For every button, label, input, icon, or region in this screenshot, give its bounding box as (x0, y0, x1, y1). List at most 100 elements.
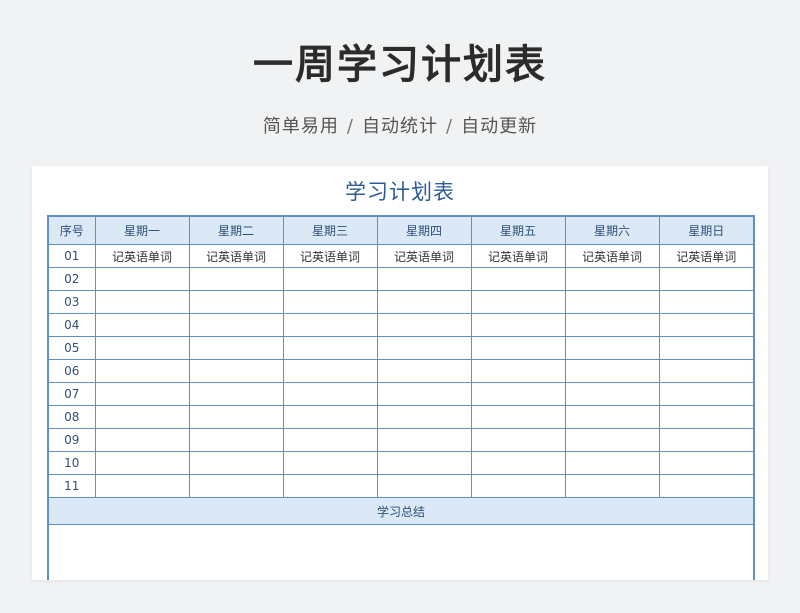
plan-cell[interactable] (376, 451, 472, 475)
plan-cell[interactable] (376, 336, 472, 360)
row-number-cell: 03 (47, 290, 96, 314)
plan-cell[interactable] (564, 405, 660, 429)
plan-cell[interactable] (658, 313, 755, 337)
row-number-cell: 10 (47, 451, 96, 475)
plan-cell[interactable] (188, 290, 284, 314)
plan-cell[interactable] (376, 474, 472, 498)
plan-cell[interactable] (470, 359, 566, 383)
plan-cell[interactable] (282, 451, 378, 475)
plan-cell[interactable] (470, 382, 566, 406)
plan-cell[interactable] (470, 313, 566, 337)
page-title: 一周学习计划表 (253, 42, 547, 88)
plan-cell[interactable] (470, 290, 566, 314)
plan-cell[interactable] (470, 336, 566, 360)
plan-cell[interactable] (282, 313, 378, 337)
table-row: 07 (47, 382, 755, 406)
plan-cell[interactable] (564, 359, 660, 383)
plan-cell[interactable]: 记英语单词 (470, 244, 566, 268)
plan-cell[interactable] (564, 290, 660, 314)
plan-cell[interactable] (188, 382, 284, 406)
plan-cell[interactable] (658, 428, 755, 452)
plan-cell[interactable] (564, 474, 660, 498)
plan-cell[interactable] (470, 451, 566, 475)
plan-cell[interactable] (188, 405, 284, 429)
feature-3: 自动更新 (461, 116, 538, 137)
plan-cell[interactable] (94, 405, 190, 429)
plan-cell[interactable] (470, 267, 566, 291)
summary-label: 学习总结 (47, 497, 755, 525)
plan-cell[interactable] (658, 405, 755, 429)
plan-cell[interactable] (94, 451, 190, 475)
plan-cell[interactable] (658, 290, 755, 314)
plan-cell[interactable] (282, 267, 378, 291)
plan-cell[interactable] (658, 359, 755, 383)
spreadsheet-sheet: 学习计划表 序号 星期一 星期二 星期三 星期四 星期五 星期六 星期日 01 … (32, 166, 768, 580)
table-row: 01 记英语单词 记英语单词 记英语单词 记英语单词 记英语单词 记英语单词 记英语单词 (47, 244, 755, 268)
plan-cell[interactable]: 记英语单词 (376, 244, 472, 268)
plan-cell[interactable] (282, 405, 378, 429)
header-row: 序号 星期一 星期二 星期三 星期四 星期五 星期六 星期日 (47, 215, 755, 245)
plan-cell[interactable]: 记英语单词 (658, 244, 755, 268)
plan-cell[interactable] (282, 382, 378, 406)
plan-cell[interactable] (658, 267, 755, 291)
column-header-wednesday: 星期三 (282, 215, 378, 245)
plan-cell[interactable] (94, 428, 190, 452)
plan-cell[interactable] (188, 267, 284, 291)
plan-cell[interactable]: 记英语单词 (188, 244, 284, 268)
summary-row (47, 524, 755, 580)
plan-cell[interactable] (282, 359, 378, 383)
plan-cell[interactable] (470, 474, 566, 498)
table-row: 11 (47, 474, 755, 498)
plan-cell[interactable] (658, 451, 755, 475)
row-number-cell: 07 (47, 382, 96, 406)
plan-cell[interactable] (282, 290, 378, 314)
plan-cell[interactable] (94, 336, 190, 360)
plan-cell[interactable] (564, 336, 660, 360)
feature-1: 简单易用 (262, 116, 339, 137)
plan-cell[interactable] (282, 474, 378, 498)
plan-cell[interactable] (188, 474, 284, 498)
plan-cell[interactable] (564, 382, 660, 406)
plan-cell[interactable] (376, 359, 472, 383)
plan-cell[interactable] (282, 336, 378, 360)
plan-cell[interactable] (94, 382, 190, 406)
plan-cell[interactable] (94, 313, 190, 337)
row-number-cell: 08 (47, 405, 96, 429)
plan-cell[interactable] (658, 382, 755, 406)
study-plan-table: 序号 星期一 星期二 星期三 星期四 星期五 星期六 星期日 01 记英语单词 记英… (47, 215, 755, 580)
plan-cell[interactable] (658, 474, 755, 498)
plan-cell[interactable] (564, 267, 660, 291)
plan-cell[interactable] (188, 359, 284, 383)
plan-cell[interactable] (376, 290, 472, 314)
plan-cell[interactable] (188, 428, 284, 452)
plan-cell[interactable] (188, 451, 284, 475)
separator: / (446, 116, 454, 137)
plan-cell[interactable]: 记英语单词 (564, 244, 660, 268)
plan-cell[interactable] (376, 267, 472, 291)
feature-tagline: 简单易用 / 自动统计 / 自动更新 (0, 112, 800, 138)
plan-cell[interactable] (564, 313, 660, 337)
plan-cell[interactable] (282, 428, 378, 452)
plan-cell[interactable] (658, 336, 755, 360)
plan-cell[interactable] (376, 313, 472, 337)
plan-cell[interactable] (94, 359, 190, 383)
plan-cell[interactable] (376, 428, 472, 452)
plan-cell[interactable] (94, 290, 190, 314)
row-number-cell: 04 (47, 313, 96, 337)
plan-cell[interactable] (94, 267, 190, 291)
table-row: 08 (47, 405, 755, 429)
column-header-saturday: 星期六 (564, 215, 660, 245)
plan-cell[interactable] (376, 382, 472, 406)
plan-cell[interactable] (470, 428, 566, 452)
plan-cell[interactable]: 记英语单词 (94, 244, 190, 268)
plan-cell[interactable] (470, 405, 566, 429)
plan-cell[interactable] (188, 313, 284, 337)
plan-cell[interactable] (94, 474, 190, 498)
summary-cell[interactable] (47, 524, 755, 580)
plan-cell[interactable]: 记英语单词 (282, 244, 378, 268)
row-number-cell: 09 (47, 428, 96, 452)
plan-cell[interactable] (376, 405, 472, 429)
plan-cell[interactable] (564, 451, 660, 475)
plan-cell[interactable] (188, 336, 284, 360)
plan-cell[interactable] (564, 428, 660, 452)
